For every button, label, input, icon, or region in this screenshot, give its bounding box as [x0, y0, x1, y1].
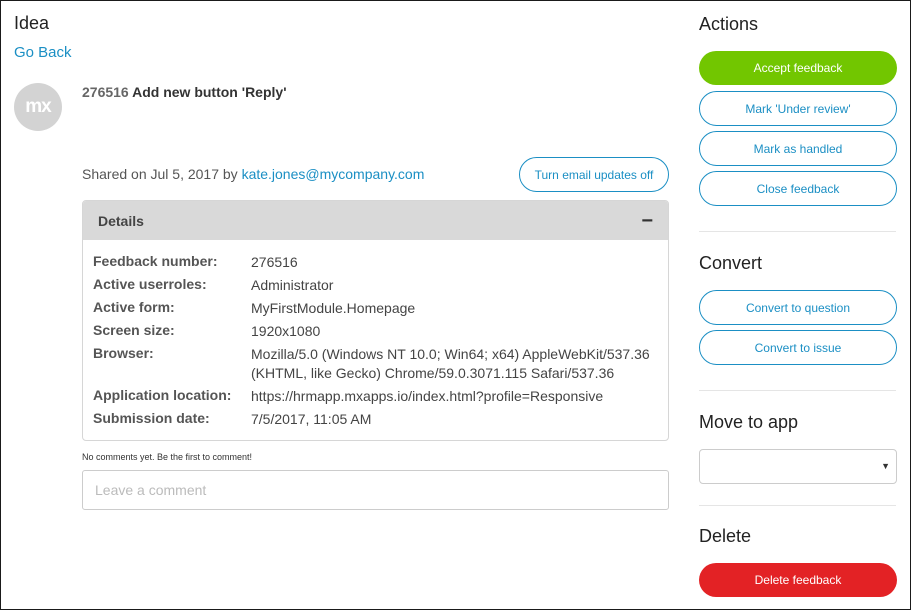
page-title: Idea — [14, 13, 50, 33]
divider — [699, 390, 896, 391]
move-to-app-heading: Move to app — [699, 412, 799, 432]
actions-heading: Actions — [699, 14, 759, 34]
comment-input[interactable] — [82, 470, 669, 510]
author-link[interactable]: kate.jones@mycompany.com — [242, 166, 425, 182]
move-to-app-select[interactable]: ▼ — [699, 449, 897, 484]
detail-value: Mozilla/5.0 (Windows NT 10.0; Win64; x64… — [251, 346, 650, 381]
details-title: Details — [98, 212, 144, 229]
delete-heading: Delete — [699, 526, 752, 546]
convert-to-issue-button[interactable]: Convert to issue — [699, 330, 897, 365]
detail-value: 276516 — [251, 254, 298, 270]
accept-feedback-button[interactable]: Accept feedback — [699, 51, 897, 85]
avatar: mx — [14, 83, 62, 131]
delete-feedback-button[interactable]: Delete feedback — [699, 563, 897, 597]
detail-value: Administrator — [251, 277, 334, 293]
detail-key: Submission date: — [93, 410, 210, 426]
divider — [699, 231, 896, 232]
close-feedback-button[interactable]: Close feedback — [699, 171, 897, 206]
convert-to-question-button[interactable]: Convert to question — [699, 290, 897, 325]
detail-value: 7/5/2017, 11:05 AM — [251, 411, 372, 427]
avatar-initials: mx — [25, 96, 51, 117]
detail-key: Active form: — [93, 299, 175, 315]
detail-key: Screen size: — [93, 322, 175, 338]
details-panel-header[interactable]: Details − — [83, 201, 668, 240]
divider — [699, 505, 896, 506]
details-panel: Details − Feedback number: 276516 Active… — [82, 200, 669, 441]
detail-value: 1920x1080 — [251, 323, 321, 339]
no-comments-text: No comments yet. Be the first to comment… — [82, 452, 253, 462]
shared-prefix: Shared on Jul 5, 2017 by — [82, 166, 238, 182]
convert-heading: Convert — [699, 253, 763, 273]
detail-key: Feedback number: — [93, 253, 218, 269]
detail-value: MyFirstModule.Homepage — [251, 300, 416, 316]
detail-key: Browser: — [93, 345, 154, 361]
collapse-icon[interactable]: − — [641, 211, 653, 231]
detail-key: Active userroles: — [93, 276, 207, 292]
idea-number: 276516 — [82, 84, 129, 100]
email-updates-toggle-button[interactable]: Turn email updates off — [519, 157, 669, 192]
detail-key: Application location: — [93, 387, 232, 403]
shared-info: Shared on Jul 5, 2017 by kate.jones@myco… — [82, 166, 424, 182]
idea-title: Add new button 'Reply' — [132, 84, 287, 100]
chevron-down-icon: ▼ — [881, 461, 890, 471]
mark-under-review-button[interactable]: Mark 'Under review' — [699, 91, 897, 126]
go-back-link[interactable]: Go Back — [14, 44, 72, 61]
mark-as-handled-button[interactable]: Mark as handled — [699, 131, 897, 166]
idea-heading: 276516 Add new button 'Reply' — [82, 84, 287, 100]
detail-value: https://hrmapp.mxapps.io/index.html?prof… — [251, 388, 604, 404]
